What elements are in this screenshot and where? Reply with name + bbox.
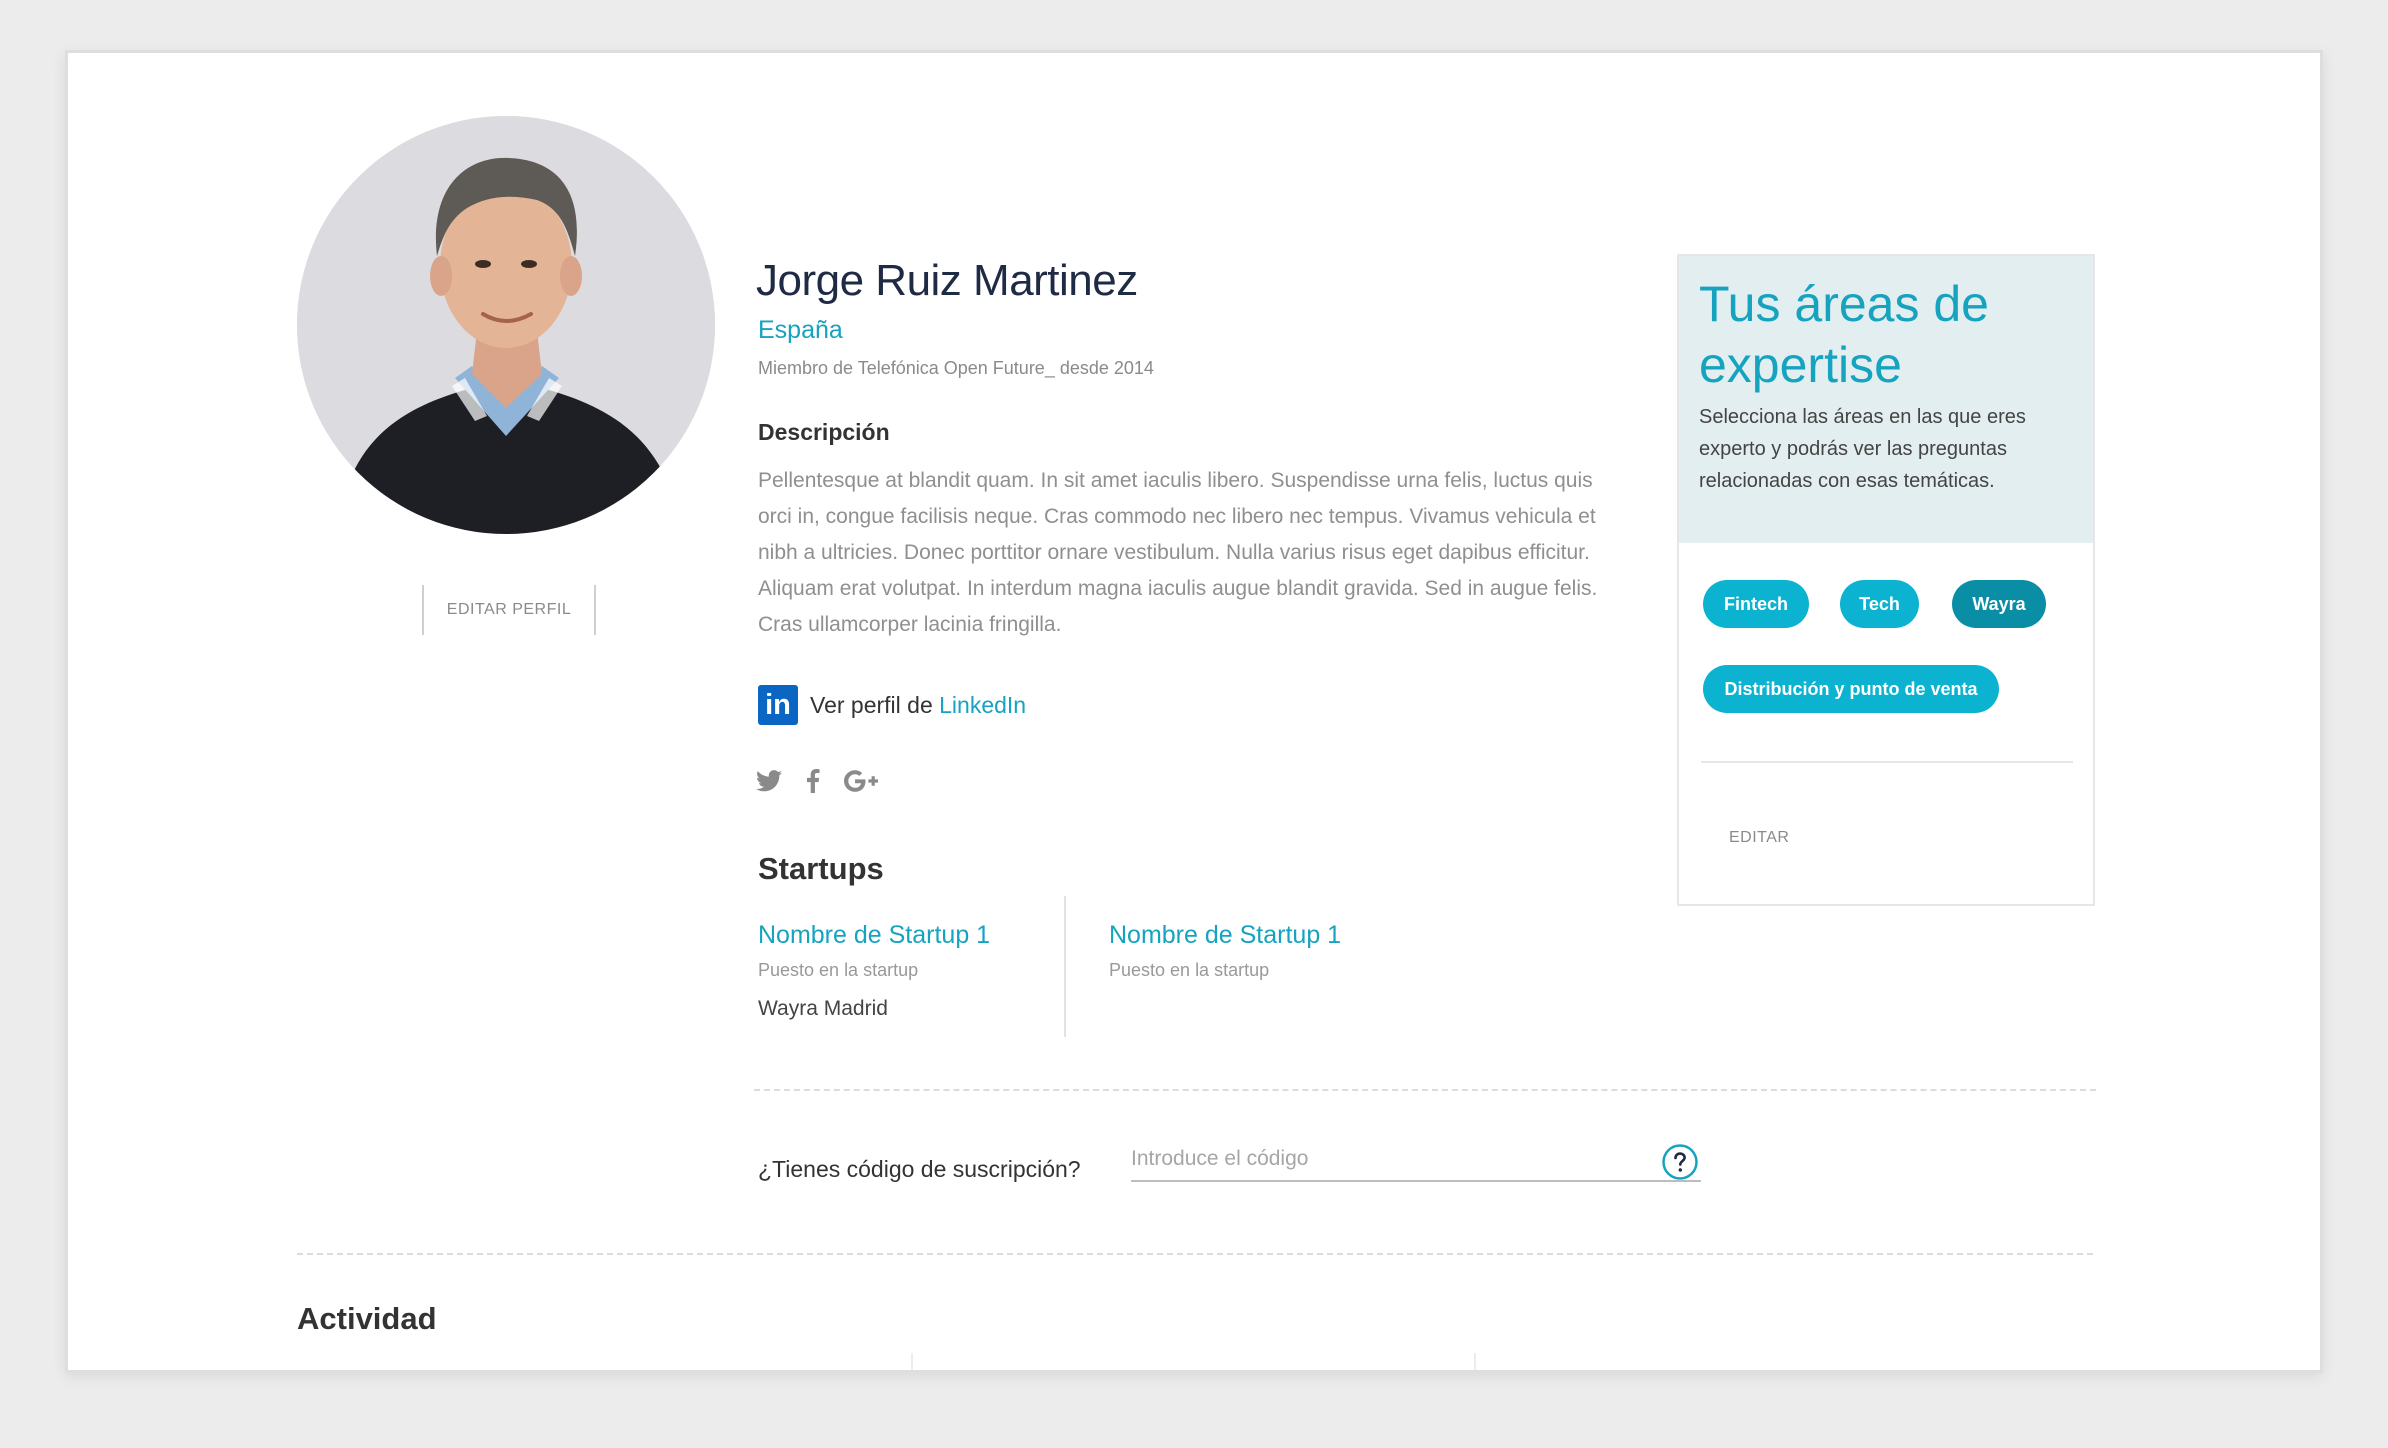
profile-name: Jorge Ruiz Martinez xyxy=(756,256,1138,305)
startup-item: Nombre de Startup 1 Puesto en la startup… xyxy=(758,921,990,1021)
expertise-title: Tus áreas de expertise xyxy=(1699,276,1989,393)
startup-item: Nombre de Startup 1 Puesto en la startup xyxy=(1109,921,1341,981)
startup-name-link[interactable]: Nombre de Startup 1 xyxy=(758,921,990,950)
startup-place: Wayra Madrid xyxy=(758,997,888,1020)
expertise-chip-tech[interactable]: Tech xyxy=(1840,580,1919,628)
expertise-chip-wayra[interactable]: Wayra xyxy=(1952,580,2046,628)
startup-role: Puesto en la startup xyxy=(758,960,919,980)
expertise-card: Tus áreas de expertise Selecciona las ár… xyxy=(1677,254,2095,906)
help-icon[interactable] xyxy=(1661,1143,1699,1186)
linkedin-icon: in xyxy=(758,685,798,725)
startups-title: Startups xyxy=(758,851,884,886)
section-divider xyxy=(297,1253,2093,1255)
activity-title: Actividad xyxy=(297,1301,437,1336)
subscription-code-input[interactable] xyxy=(1131,1138,1701,1182)
edit-profile-button[interactable]: EDITAR PERFIL xyxy=(422,585,596,635)
description-text: Pellentesque at blandit quam. In sit ame… xyxy=(758,469,1598,636)
startup-role: Puesto en la startup xyxy=(1109,960,1270,980)
expertise-description: Selecciona las áreas en las que eres exp… xyxy=(1699,406,2026,492)
profile-page: EDITAR PERFIL Jorge Ruiz Martinez España… xyxy=(65,50,2323,1373)
google-plus-icon[interactable] xyxy=(844,770,878,792)
activity-column-divider xyxy=(911,1353,913,1370)
description-title: Descripción xyxy=(758,419,890,445)
linkedin-profile-link[interactable]: in Ver perfil de LinkedIn xyxy=(758,685,1026,725)
expertise-chip-distribucion[interactable]: Distribución y punto de venta xyxy=(1703,665,1999,713)
linkedin-label: Ver perfil de LinkedIn xyxy=(810,691,1027,718)
linkedin-link-text[interactable]: LinkedIn xyxy=(939,692,1026,718)
twitter-icon[interactable] xyxy=(756,770,782,792)
facebook-icon[interactable] xyxy=(806,769,820,793)
expertise-divider xyxy=(1701,761,2073,763)
subscription-label: ¿Tienes código de suscripción? xyxy=(758,1156,1081,1182)
social-links xyxy=(756,769,878,793)
edit-expertise-button[interactable]: EDITAR xyxy=(1729,829,1789,847)
member-since: Miembro de Telefónica Open Future_ desde… xyxy=(758,358,1154,378)
startup-name-link[interactable]: Nombre de Startup 1 xyxy=(1109,921,1341,950)
expertise-chip-fintech[interactable]: Fintech xyxy=(1703,580,1809,628)
startup-divider xyxy=(1064,896,1066,1037)
profile-avatar xyxy=(297,116,715,534)
activity-column-divider xyxy=(1474,1353,1476,1370)
profile-country: España xyxy=(758,316,843,344)
section-divider xyxy=(754,1089,2096,1091)
